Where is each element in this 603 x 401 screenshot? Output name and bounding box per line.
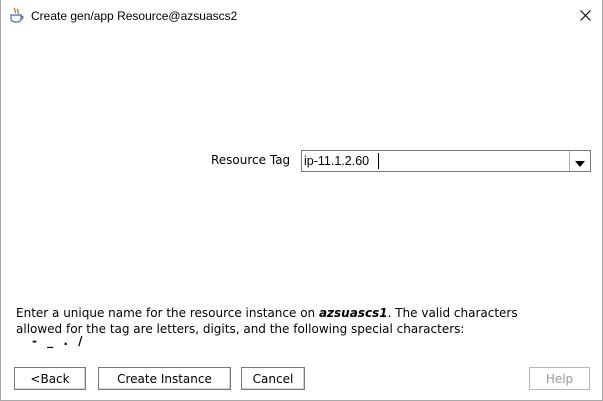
resource-tag-combobox[interactable] — [301, 150, 591, 172]
resource-tag-label: Resource Tag — [211, 153, 291, 167]
instructions-line1-start: Enter a unique name for the resource ins… — [16, 306, 319, 320]
host-name: azsuascs1 — [318, 306, 388, 320]
cancel-button[interactable]: Cancel — [241, 367, 305, 390]
instructions-line1-end: . The valid characters — [387, 306, 518, 320]
help-button[interactable]: Help — [529, 367, 590, 390]
resource-tag-dropdown-button[interactable] — [569, 151, 590, 171]
java-coffee-cup-icon — [10, 7, 24, 23]
instructions-text: Enter a unique name for the resource ins… — [16, 305, 596, 337]
close-button[interactable] — [568, 0, 602, 30]
title-bar[interactable]: Create gen/app Resource@azsuascs2 — [1, 0, 602, 30]
back-button[interactable]: <Back — [14, 367, 86, 390]
create-instance-button[interactable]: Create Instance — [98, 367, 231, 390]
chevron-down-icon — [575, 152, 585, 171]
special-characters: - _ . / — [32, 334, 86, 348]
window-title: Create gen/app Resource@azsuascs2 — [31, 9, 238, 23]
resource-tag-input[interactable] — [304, 153, 566, 169]
text-caret — [378, 153, 379, 169]
dialog-window: Create gen/app Resource@azsuascs2 Resour… — [0, 0, 603, 401]
close-icon — [579, 6, 591, 25]
